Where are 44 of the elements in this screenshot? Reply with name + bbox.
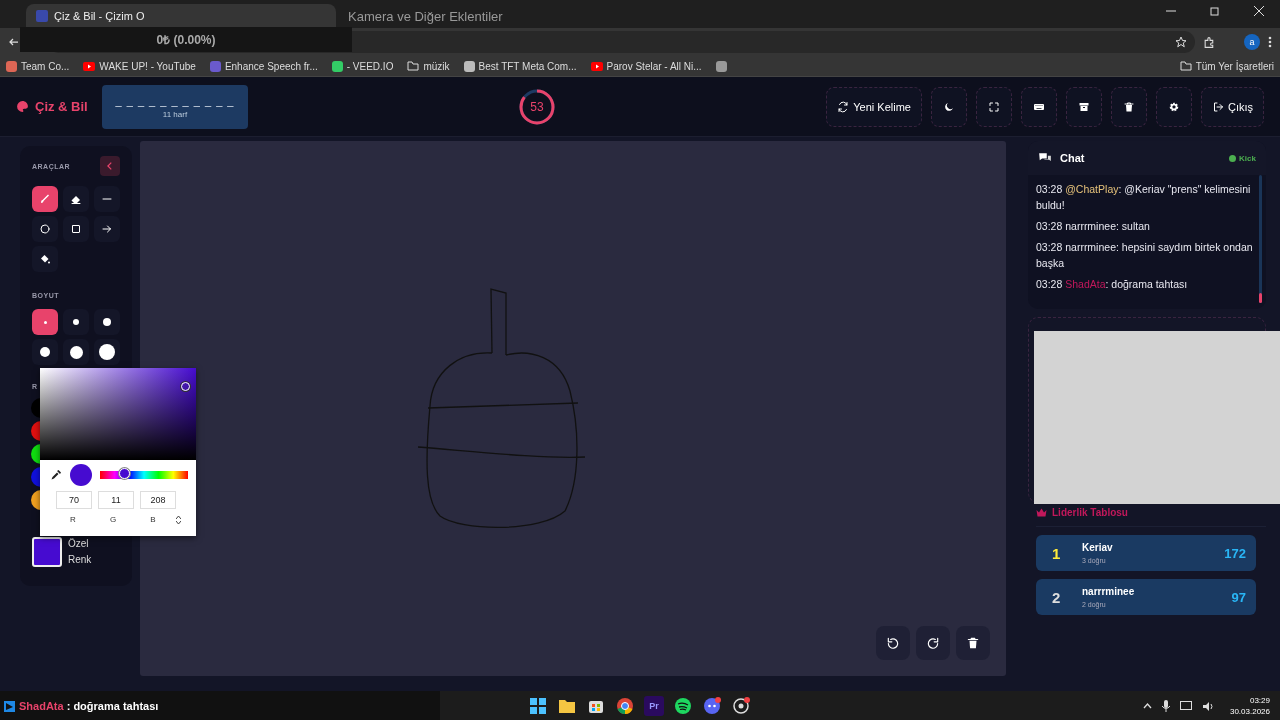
clock-time: 03:29 (1249, 695, 1270, 706)
ticker-message: ShadAta : doğrama tahtası (19, 700, 159, 712)
channel-label: B (149, 515, 157, 524)
chat-message: 03:28 narrrminee: sultan (1036, 219, 1151, 234)
rgb-input[interactable]: 11 (98, 491, 134, 509)
clock[interactable]: 03:29 30.03.2026 (1229, 695, 1270, 717)
clock-date: 30.03.2026 (1229, 706, 1270, 717)
bookmark[interactable]: Enhance Speech fr... (209, 60, 318, 72)
color-picker-dialog[interactable]: 70 11 208 R G B (40, 368, 196, 536)
player-score: 172 (1224, 545, 1246, 561)
price-overlay: 0₺ (0.00%) (20, 27, 352, 52)
leaderboard-title: Liderlik Tablosu (1052, 507, 1128, 518)
player-name: Keriav (1082, 542, 1113, 553)
channel-label: R (69, 515, 77, 524)
word-hint: _ _ _ _ _ _ _ _ _ _ _ (115, 94, 235, 107)
bookmark[interactable]: müzik (407, 60, 450, 72)
bookmark[interactable]: - VEED.IO (331, 60, 394, 72)
rgb-input[interactable]: 70 (56, 491, 92, 509)
bookmark[interactable]: Best TFT Meta Com... (463, 60, 577, 72)
taskbar-app[interactable]: Pr (644, 696, 664, 716)
channel-label: G (108, 515, 118, 524)
player-score: 97 (1231, 589, 1246, 605)
bookmark[interactable]: WAKE UP! - YouTube (83, 60, 196, 72)
player-name: narrrminee (1082, 586, 1135, 597)
bookmark[interactable]: Parov Stelar - All Ni... (590, 60, 702, 72)
profile-avatar[interactable]: a (1244, 34, 1260, 50)
chat-message: 03:28 @ChatPlay: @Keriav "prens" kelimesini buldu! (1036, 182, 1252, 213)
app-title: Çiz & Bil (35, 99, 88, 114)
custom-color-label: Özel Renk (68, 537, 93, 567)
rgb-input[interactable]: 208 (140, 491, 176, 509)
bookmark[interactable]: Team Co... (6, 60, 70, 72)
new-word-button[interactable]: Yeni Kelime (826, 86, 922, 127)
browser-tab[interactable]: Çiz & Bil - Çizim O (26, 4, 336, 28)
logout-button[interactable]: Çıkış (1200, 86, 1264, 127)
bookmark[interactable]: Tüm Yer İşaretleri (1179, 60, 1274, 72)
chat-message: 03:28 ShadAta: doğrama tahtası (1036, 277, 1189, 292)
rank-number: 1 (1052, 544, 1062, 562)
chat-title: Chat (1060, 152, 1085, 164)
rank-number: 2 (1052, 588, 1062, 606)
timer-count: 53 (530, 99, 544, 114)
chat-message: 03:28 narrrminee: hepsini saydım birtek ondan başka (1036, 240, 1254, 271)
letter-count: 11 harf (162, 109, 188, 119)
status-badge: Kick (1229, 153, 1256, 163)
browser-tab[interactable]: Kamera ve Diğer Eklentiler (338, 4, 513, 28)
